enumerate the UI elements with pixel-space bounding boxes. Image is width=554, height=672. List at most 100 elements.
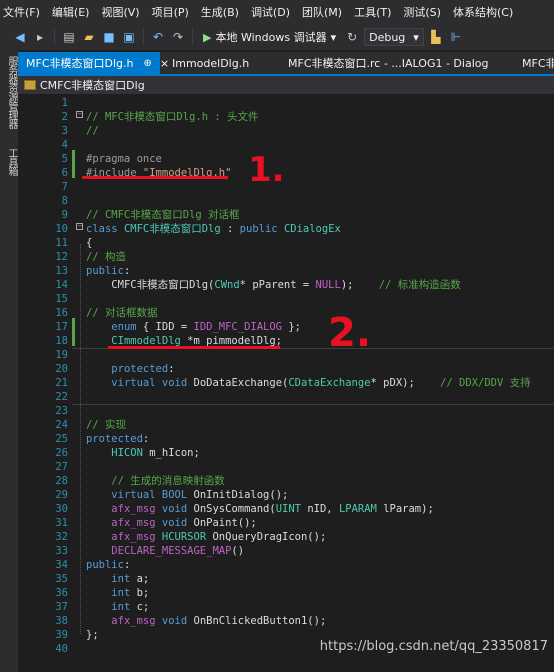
keyword: BOOL: [161, 489, 188, 501]
tab-label: ImmodelDlg.h: [172, 56, 250, 70]
save-icon[interactable]: ■: [101, 29, 117, 45]
menu-project[interactable]: 项目(P): [149, 4, 198, 20]
parameter: lParam);: [376, 503, 434, 515]
keyword: int: [111, 601, 131, 613]
chevron-down-icon: ▾: [330, 30, 337, 44]
code-line: int a;: [18, 572, 554, 586]
keyword: public: [86, 559, 124, 571]
code-line: afx_msg void OnBnClickedButton1();: [18, 614, 554, 628]
solution-explorer-icon[interactable]: ▙: [428, 29, 444, 45]
code-line: // MFC非模态窗口Dlg.h : 头文件: [18, 110, 554, 124]
bookmark-icon[interactable]: ⊩: [448, 29, 464, 45]
class-name: CMFC非模态窗口Dlg: [40, 79, 145, 92]
code-line: HICON m_hIcon;: [18, 446, 554, 460]
code-line: #pragma once: [18, 152, 554, 166]
server-explorer-tab[interactable]: 服务器资源管理器: [2, 56, 17, 128]
redo-icon[interactable]: ↷: [170, 29, 186, 45]
constructor: CMFC非模态窗口Dlg(: [111, 279, 215, 291]
menu-edit[interactable]: 编辑(E): [49, 4, 99, 20]
tab-mfc-more[interactable]: MFC非: [514, 52, 554, 74]
refresh-icon[interactable]: ↻: [344, 29, 360, 45]
keyword: public: [239, 223, 278, 235]
new-project-icon[interactable]: ▤: [61, 29, 77, 45]
menu-architecture[interactable]: 体系结构(C): [450, 4, 522, 20]
comment: // 生成的消息映射函数: [111, 475, 225, 487]
line-number-row: 8: [18, 194, 554, 208]
keyword: enum: [111, 321, 137, 333]
toolbar-separator: [54, 29, 55, 45]
start-debugging-button[interactable]: ▶ 本地 Windows 调试器 ▾: [199, 29, 340, 45]
code-editor[interactable]: 1 2 3 4 5 6 7 8 9 10 11 12 13 14 15 16 17 18 19 20 21 22 23 24 2…: [18, 94, 554, 672]
menu-view[interactable]: 视图(V): [98, 4, 148, 20]
punctuation: );: [340, 279, 354, 291]
code-line: // 构造: [18, 250, 554, 264]
menu-test[interactable]: 测试(S): [400, 4, 450, 20]
code-line: // 生成的消息映射函数: [18, 474, 554, 488]
brace: {: [86, 237, 93, 249]
member-variable: c;: [130, 601, 150, 613]
comment: // 对话框数据: [86, 307, 158, 319]
keyword: virtual: [111, 489, 156, 501]
save-all-icon[interactable]: ▣: [121, 29, 137, 45]
comment: // CMFC非模态窗口Dlg 对话框: [86, 209, 240, 221]
open-file-icon[interactable]: ▰: [81, 29, 97, 45]
configuration-select[interactable]: Debug ▾: [364, 28, 424, 46]
line-number: 23: [55, 405, 68, 417]
comment: // 标准构造函数: [378, 279, 461, 291]
punctuation: :: [123, 265, 131, 277]
punctuation: :: [123, 559, 131, 571]
function: DoDataExchange(: [187, 377, 289, 389]
back-icon[interactable]: ◀: [12, 29, 28, 45]
menu-build[interactable]: 生成(B): [198, 4, 248, 20]
punctuation: :: [168, 363, 175, 375]
tab-rc-dialog[interactable]: MFC非模态窗口.rc - ...IALOG1 - Dialog: [280, 52, 500, 74]
function: OnPaint();: [187, 517, 257, 529]
red-underline-1: [82, 176, 228, 179]
line-number-row: 7: [18, 180, 554, 194]
type: CDataExchange: [288, 377, 371, 389]
macro: DECLARE_MESSAGE_MAP: [111, 545, 232, 557]
pin-icon[interactable]: ⊕: [143, 58, 151, 69]
code-line: afx_msg void OnSysCommand(UINT nID, LPAR…: [18, 502, 554, 516]
menu-file[interactable]: 文件(F): [0, 4, 49, 20]
document-tabs: MFC非模态窗口Dlg.h ⊕ × ImmodelDlg.h MFC非模态窗口.…: [18, 52, 554, 76]
comment: // 构造: [86, 251, 126, 263]
code-line: afx_msg void OnPaint();: [18, 516, 554, 530]
line-number-row: 23: [18, 404, 554, 418]
line-number: 27: [55, 461, 68, 473]
class-navigation-bar[interactable]: CMFC非模态窗口Dlg: [18, 76, 554, 94]
brace: };: [86, 629, 99, 641]
tab-label: MFC非: [522, 57, 554, 70]
forward-icon[interactable]: ▸: [32, 29, 48, 45]
undo-icon[interactable]: ↶: [150, 29, 166, 45]
tab-mfc-dlg-h[interactable]: MFC非模态窗口Dlg.h ⊕ ×: [18, 52, 169, 74]
code-line: afx_msg HCURSOR OnQueryDragIcon();: [18, 530, 554, 544]
macro: afx_msg: [111, 615, 156, 627]
code-line: class CMFC非模态窗口Dlg : public CDialogEx: [18, 222, 554, 236]
code-line: CImmodelDlg *m_pimmodelDlg;: [18, 334, 554, 348]
keyword: class: [86, 223, 118, 235]
code-line: int c;: [18, 600, 554, 614]
keyword: virtual: [111, 377, 156, 389]
run-label: 本地 Windows 调试器: [215, 31, 327, 44]
line-number: 1: [61, 97, 68, 109]
class-icon: [24, 80, 36, 90]
keyword: void: [161, 503, 188, 515]
menu-team[interactable]: 团队(M): [299, 4, 351, 20]
code-line: CMFC非模态窗口Dlg(CWnd* pParent = NULL); // 标…: [18, 278, 554, 292]
type: CWnd: [214, 279, 240, 291]
line-number-row: 4: [18, 138, 554, 152]
tab-immodeldlg-h[interactable]: ImmodelDlg.h: [164, 52, 276, 74]
code-line: //: [18, 124, 554, 138]
menu-tools[interactable]: 工具(T): [351, 4, 400, 20]
menu-debug[interactable]: 调试(D): [248, 4, 299, 20]
code-line: public:: [18, 558, 554, 572]
line-number-row: 15: [18, 292, 554, 306]
comment: // 实现: [86, 419, 126, 431]
keyword: protected: [111, 363, 169, 375]
toolbox-tab[interactable]: 工具箱: [2, 148, 17, 175]
code-line: int b;: [18, 586, 554, 600]
tab-label: MFC非模态窗口Dlg.h: [26, 57, 134, 70]
configuration-value: Debug: [369, 30, 406, 44]
annotation-two: 2.: [328, 310, 372, 356]
